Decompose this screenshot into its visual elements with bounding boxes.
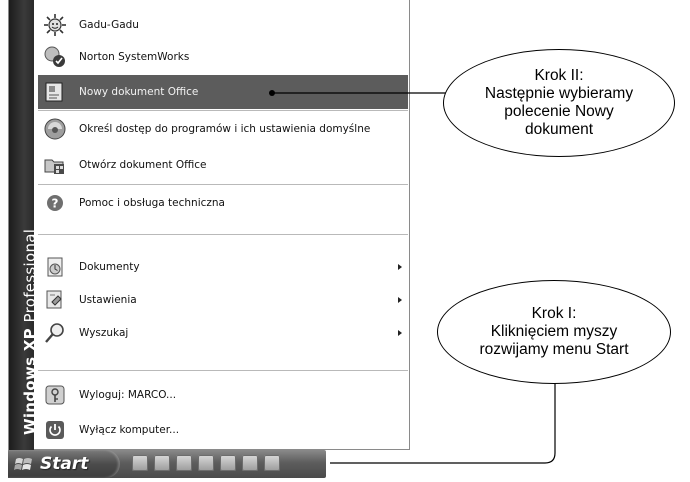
- callout-step-2: Krok II: Następnie wybieramy polecenie N…: [443, 49, 675, 157]
- callout-line: Następnie wybieramy: [484, 85, 634, 102]
- callout-line: rozwijamy menu Start: [479, 341, 629, 358]
- callout-line: Kliknięciem myszy: [490, 323, 618, 340]
- callout-line: Krok II:: [534, 67, 584, 84]
- callout-line: polecenie Nowy: [504, 103, 614, 120]
- connector-line-step1: [330, 383, 556, 464]
- callout-step-1: Krok I: Kliknięciem myszy rozwijamy menu…: [437, 280, 671, 384]
- callout-line: dokument: [524, 121, 594, 138]
- callout-line: Krok I:: [531, 305, 577, 322]
